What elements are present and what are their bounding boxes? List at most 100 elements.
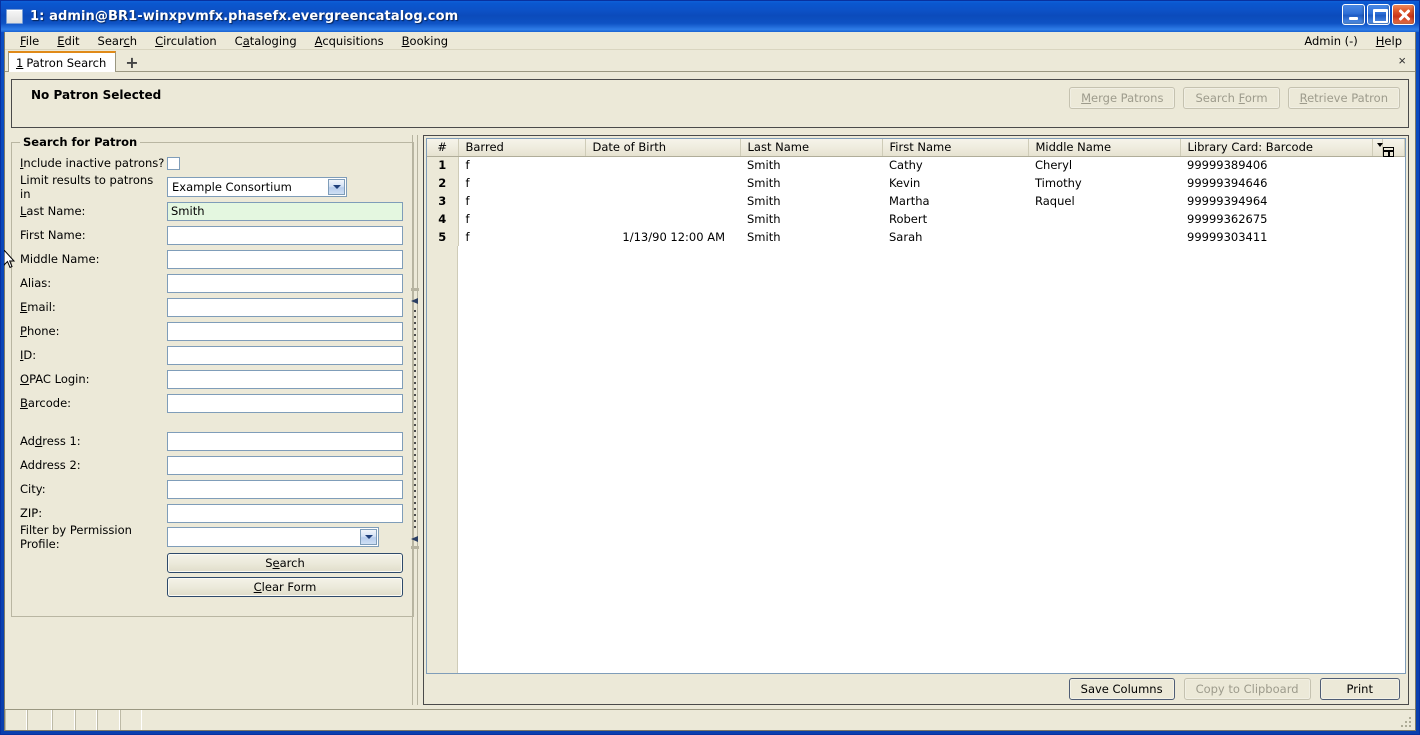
table-row[interactable]: 3 f Smith Martha Raquel 99999394964 <box>427 192 1405 210</box>
tab-patron-search[interactable]: 1 Patron Search <box>8 51 117 72</box>
row-search-button: Se arch <box>20 553 403 573</box>
cell-last-name: Smith <box>740 210 882 228</box>
label-opac-login: OPAC Login: <box>20 372 90 386</box>
cell-last-name: Smith <box>740 228 882 246</box>
col-header-dob[interactable]: Date of Birth <box>585 139 741 157</box>
address2-input[interactable] <box>167 455 403 475</box>
menu-booking[interactable]: Booking <box>393 33 457 49</box>
label-middle-name: Middle Name: <box>20 252 100 266</box>
alias-input[interactable] <box>167 273 403 293</box>
row-address1: Address 1: <box>20 429 403 453</box>
status-bar <box>5 709 1415 730</box>
status-cell-1 <box>5 710 27 730</box>
retrieve-patron-button[interactable]: Retrieve Patron <box>1287 87 1400 109</box>
close-tab-button[interactable]: × <box>1398 53 1406 68</box>
search-button[interactable]: Se arch <box>167 553 403 573</box>
menu-admin[interactable]: Admin (-) <box>1295 33 1366 49</box>
pane-splitter[interactable] <box>407 135 423 705</box>
menu-cataloging[interactable]: Cataloging <box>226 33 306 49</box>
new-tab-button[interactable]: + <box>125 55 138 71</box>
cell-first-name: Cathy <box>882 156 1028 174</box>
label-address2: Address 2: <box>20 458 81 472</box>
search-pane: Search for Patron Include inactive patro… <box>11 135 414 705</box>
address1-input[interactable] <box>167 431 403 451</box>
cell-dob <box>585 210 740 228</box>
splitter-collapse-up-icon[interactable] <box>411 298 419 305</box>
cell-barred: f <box>458 156 585 174</box>
results-blank-space <box>458 246 1405 673</box>
close-button[interactable] <box>1392 4 1415 25</box>
col-header-number[interactable]: # <box>427 139 459 157</box>
last-name-input[interactable] <box>167 201 403 221</box>
middle-name-input[interactable] <box>167 249 403 269</box>
cell-dob <box>585 192 740 210</box>
patron-actions: Merge Patrons Search Form Retrieve Patro… <box>1069 87 1400 109</box>
resize-grip[interactable] <box>1399 715 1413 729</box>
table-row[interactable]: 5 f 1/13/90 12:00 AM Smith Sarah 9999930… <box>427 228 1405 246</box>
cell-dob <box>585 156 740 174</box>
include-inactive-checkbox[interactable] <box>167 156 180 170</box>
menu-search[interactable]: Search <box>89 33 147 49</box>
menu-edit[interactable]: Edit <box>48 33 88 49</box>
main-split: Search for Patron Include inactive patro… <box>11 135 1409 705</box>
menu-acquisitions[interactable]: Acquisitions <box>306 33 393 49</box>
title-bar: 1: admin@BR1-winxpvmfx.phasefx.evergreen… <box>1 1 1419 32</box>
row-id: ID: <box>20 343 403 367</box>
zip-input[interactable] <box>167 503 403 523</box>
row-alias: Alias: <box>20 271 403 295</box>
col-header-last-name[interactable]: Last Name <box>740 139 883 157</box>
label-first-name: First Name: <box>20 228 86 242</box>
cell-filler <box>1372 192 1383 210</box>
city-input[interactable] <box>167 479 403 499</box>
label-limit-results: Limit results to patrons in <box>20 173 154 201</box>
results-empty-area <box>427 246 1405 673</box>
col-header-library-card-barcode[interactable]: Library Card: Barcode <box>1180 139 1373 157</box>
menu-bar: File Edit Search Circulation Cataloging … <box>5 32 1415 50</box>
limit-results-select[interactable]: Example Consortium <box>167 177 347 197</box>
first-name-input[interactable] <box>167 225 403 245</box>
email-input[interactable] <box>167 297 403 317</box>
row-include-inactive: Include inactive patrons? <box>20 151 403 175</box>
chevron-down-icon <box>360 529 377 545</box>
table-row[interactable]: 4 f Smith Robert 99999362675 <box>427 210 1405 228</box>
maximize-button[interactable] <box>1367 4 1390 25</box>
cell-barred: f <box>458 210 585 228</box>
cell-barcode: 99999303411 <box>1180 228 1372 246</box>
status-cell-5 <box>97 710 120 730</box>
col-header-first-name[interactable]: First Name <box>882 139 1029 157</box>
cell-dob: 1/13/90 12:00 AM <box>585 228 740 246</box>
cell-last-name: Smith <box>740 156 882 174</box>
splitter-collapse-down-icon[interactable] <box>411 536 419 543</box>
clear-form-button[interactable]: Clear Form <box>167 577 403 597</box>
table-row[interactable]: 2 f Smith Kevin Timothy 99999394646 <box>427 174 1405 192</box>
results-table-head: # Barred Date of Birth Last Name First N… <box>427 139 1405 158</box>
print-button[interactable]: Print <box>1319 678 1400 700</box>
label-address1: Address 1: <box>20 434 81 448</box>
label-permission-profile: Filter by Permission Profile: <box>20 523 132 551</box>
search-form-button[interactable]: Search Form <box>1183 87 1280 109</box>
opac-login-input[interactable] <box>167 369 403 389</box>
id-input[interactable] <box>167 345 403 365</box>
permission-profile-select[interactable] <box>167 527 379 547</box>
menu-file[interactable]: File <box>11 33 48 49</box>
row-clear-button: Clear Form <box>20 577 403 597</box>
save-columns-button[interactable]: Save Columns <box>1068 678 1175 700</box>
column-picker-button[interactable] <box>1377 139 1405 158</box>
copy-to-clipboard-button[interactable]: Copy to Clipboard <box>1183 678 1311 700</box>
label-city: City: <box>20 482 46 496</box>
merge-patrons-button[interactable]: Merge Patrons <box>1069 87 1176 109</box>
menu-circulation[interactable]: Circulation <box>146 33 226 49</box>
form-spacer <box>20 415 403 429</box>
cell-number: 3 <box>427 192 459 210</box>
col-header-barred[interactable]: Barred <box>458 139 586 157</box>
minimize-button[interactable] <box>1342 4 1365 25</box>
application-window: 1: admin@BR1-winxpvmfx.phasefx.evergreen… <box>0 0 1420 735</box>
table-row[interactable]: 1 f Smith Cathy Cheryl 99999389406 <box>427 156 1405 174</box>
patron-summary-bar: No Patron Selected Merge Patrons Search … <box>11 79 1409 128</box>
label-phone: Phone: <box>20 324 60 338</box>
col-header-middle-name[interactable]: Middle Name <box>1028 139 1181 157</box>
barcode-input[interactable] <box>167 393 403 413</box>
window-controls <box>1342 4 1415 25</box>
phone-input[interactable] <box>167 321 403 341</box>
menu-help[interactable]: Help <box>1367 33 1411 49</box>
